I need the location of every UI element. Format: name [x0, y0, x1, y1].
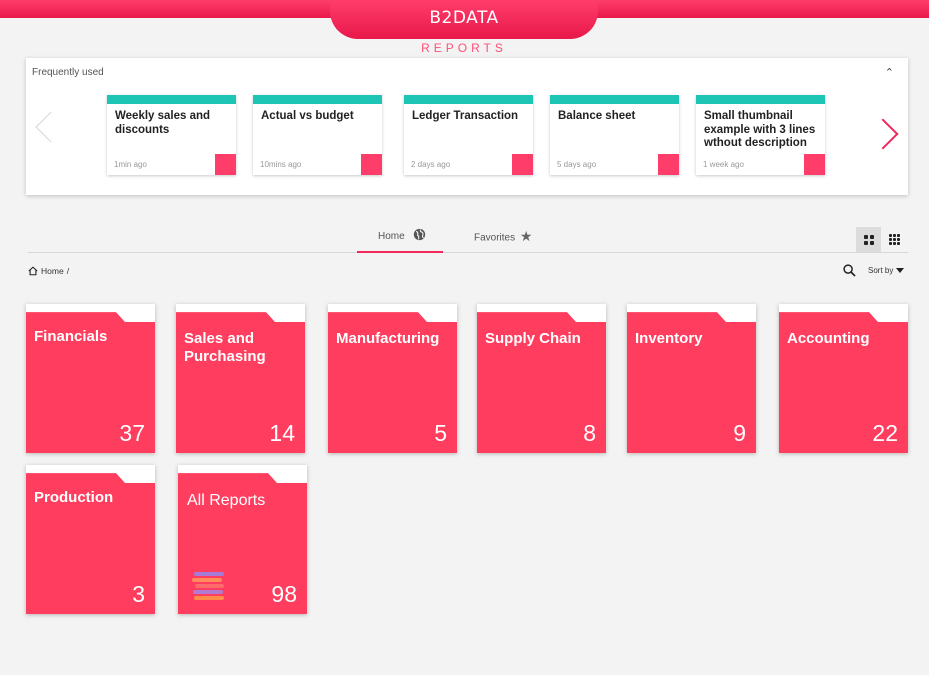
card-title: Actual vs budget [261, 110, 354, 122]
frequently-used-title: Frequently used [32, 67, 104, 78]
card-corner-fold [512, 154, 533, 175]
large-grid-view-button[interactable] [856, 227, 881, 252]
page-title: REPORTS [421, 41, 507, 55]
folder-tile[interactable]: Manufacturing 5 [328, 304, 457, 453]
breadcrumb-home[interactable]: Home [41, 266, 64, 276]
frequent-report-card[interactable]: Weekly sales and discounts 1min ago [107, 95, 236, 175]
breadcrumb: Home / [28, 266, 69, 276]
folder-tile[interactable]: Sales and Purchasing 14 [176, 304, 305, 453]
folder-tile-all-reports[interactable]: All Reports 98 [178, 465, 307, 614]
card-corner-fold [361, 154, 382, 175]
folder-count: 5 [434, 420, 447, 446]
large-grid-icon [864, 235, 874, 245]
frequent-report-card[interactable]: Balance sheet 5 days ago [550, 95, 679, 175]
folder-name: Supply Chain [485, 330, 581, 347]
search-icon[interactable] [843, 264, 856, 277]
folder-count: 22 [872, 420, 898, 446]
collapse-chevron-icon[interactable]: ⌃ [885, 66, 894, 79]
small-grid-view-button[interactable] [883, 227, 908, 252]
tab-home[interactable]: Home [357, 229, 443, 253]
home-icon[interactable] [28, 266, 38, 276]
card-corner-fold [215, 154, 236, 175]
card-time: 1 week ago [703, 160, 744, 169]
folder-name: Accounting [787, 330, 870, 347]
tab-favorites-label: Favorites [474, 232, 516, 244]
card-title: Balance sheet [558, 110, 636, 122]
folder-count: 98 [271, 581, 297, 607]
caret-down-icon [896, 268, 905, 274]
card-time: 5 days ago [557, 160, 597, 169]
folder-count: 9 [733, 420, 746, 446]
globe-icon [414, 229, 426, 241]
tab-favorites[interactable]: Favorites ★ [474, 228, 533, 245]
card-title: Weekly sales and discounts [115, 110, 211, 136]
tabs-divider [28, 252, 908, 253]
card-time: 1min ago [114, 160, 147, 169]
carousel-prev-arrow-icon[interactable] [35, 111, 67, 143]
frequent-report-card[interactable]: Actual vs budget 10mins ago [253, 95, 382, 175]
frequent-report-card[interactable]: Ledger Transaction 2 days ago [404, 95, 533, 175]
star-icon: ★ [519, 228, 533, 244]
folder-name: Production [34, 489, 114, 506]
folder-count: 14 [269, 420, 295, 446]
brand-logo[interactable]: B2DATA [330, 8, 598, 28]
frequent-report-card[interactable]: Small thumbnail example with 3 lines wth… [696, 95, 825, 175]
carousel-next-arrow-icon[interactable] [867, 118, 899, 150]
small-grid-icon [889, 234, 900, 245]
breadcrumb-separator: / [66, 266, 70, 276]
report-stack-icon [192, 572, 224, 600]
folder-count: 37 [119, 420, 145, 446]
card-title: Small thumbnail example with 3 lines wth… [704, 110, 816, 149]
frequently-used-panel: Frequently used ⌃ Weekly sales and disco… [26, 58, 908, 195]
sort-by-label: Sort by [868, 266, 894, 275]
card-corner-fold [804, 154, 825, 175]
folder-tile[interactable]: Supply Chain 8 [477, 304, 606, 453]
card-corner-fold [658, 154, 679, 175]
folder-name: Sales and Purchasing [184, 330, 266, 365]
card-title: Ledger Transaction [412, 110, 519, 122]
folder-tile[interactable]: Inventory 9 [627, 304, 756, 453]
folder-name: Financials [34, 328, 108, 345]
folder-tile[interactable]: Financials 37 [26, 304, 155, 453]
card-time: 10mins ago [260, 160, 302, 169]
folder-count: 8 [583, 420, 596, 446]
sort-by-dropdown[interactable]: Sort by [868, 266, 905, 275]
folder-count: 3 [132, 581, 145, 607]
folder-tile[interactable]: Accounting 22 [779, 304, 908, 453]
folder-name: Manufacturing [336, 330, 440, 347]
folder-name: Inventory [635, 330, 703, 347]
folder-tile[interactable]: Production 3 [26, 465, 155, 614]
tab-home-label: Home [378, 231, 405, 242]
card-time: 2 days ago [411, 160, 451, 169]
folder-name: All Reports [187, 492, 266, 509]
